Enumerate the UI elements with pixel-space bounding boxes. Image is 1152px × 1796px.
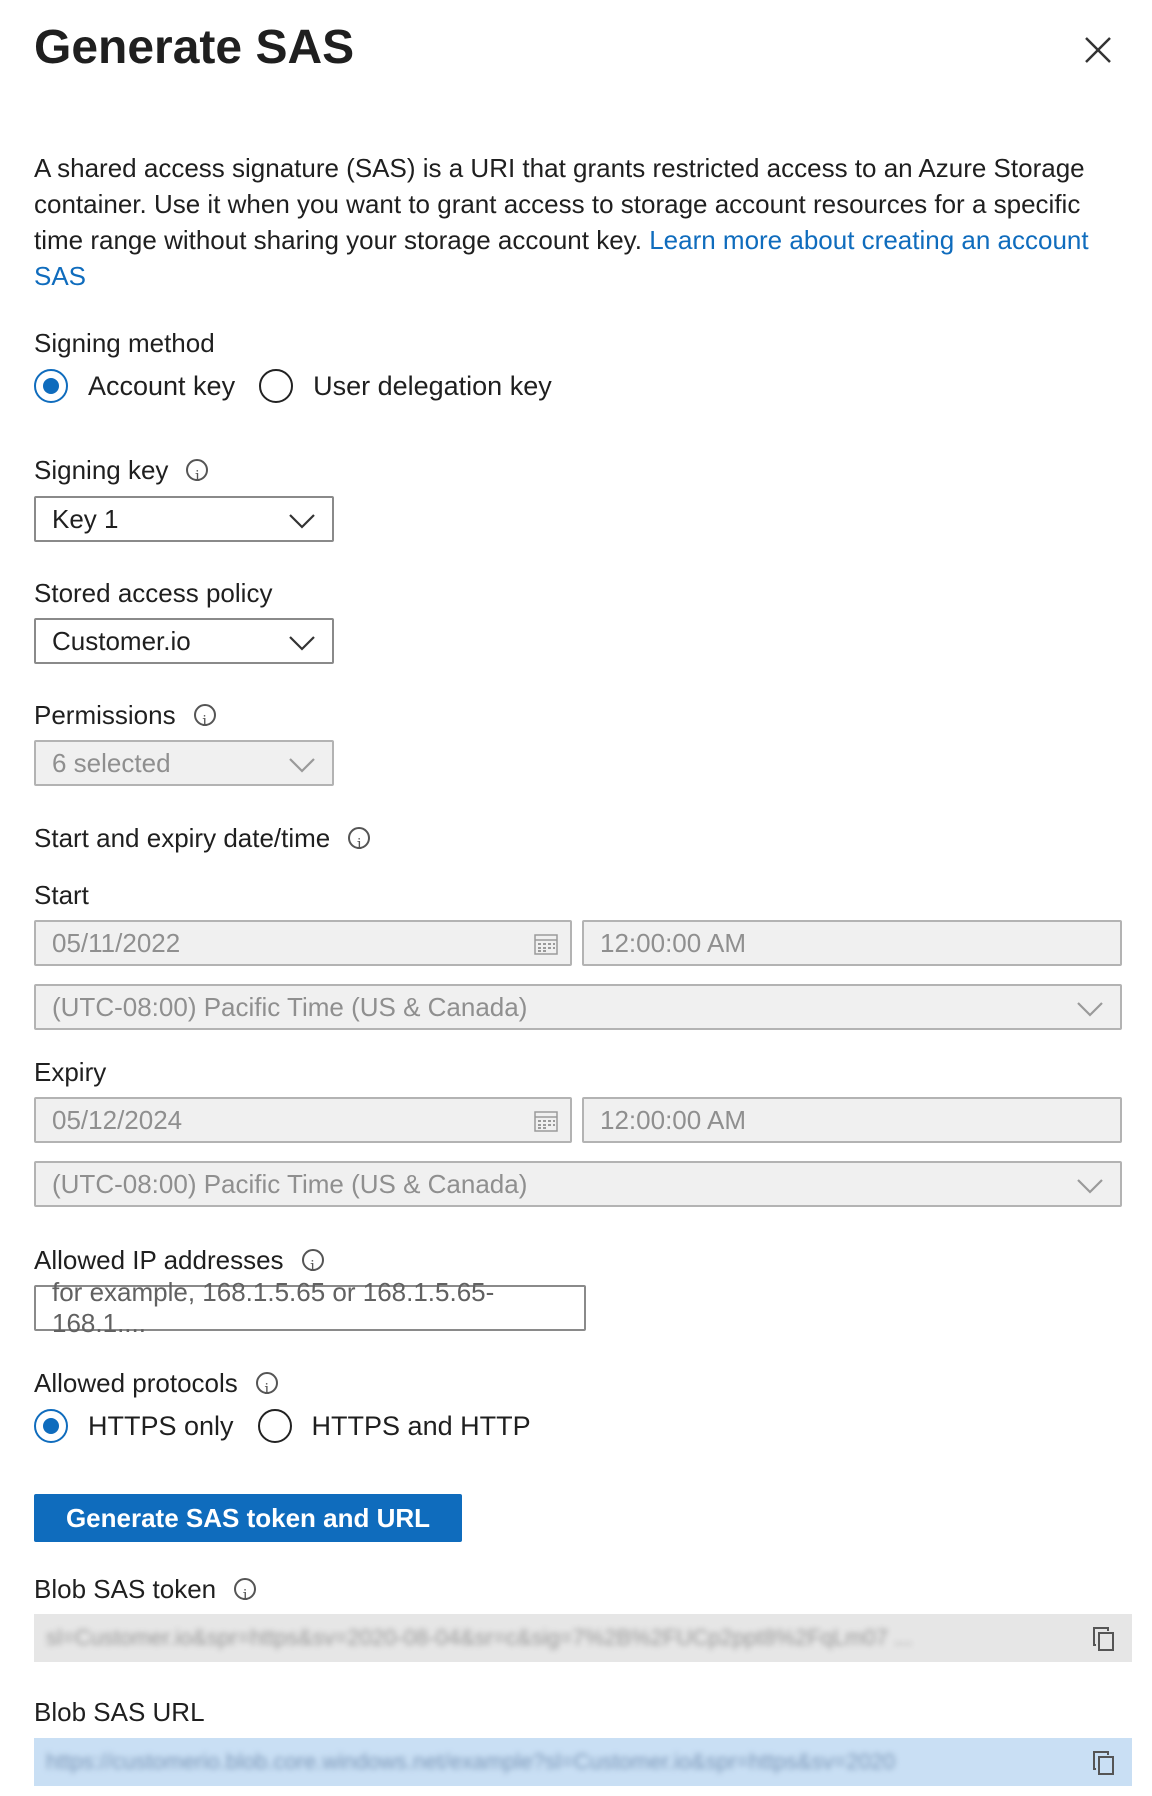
start-date-picker: 05/11/2022 [34,920,572,966]
chevron-down-icon [1077,1179,1103,1194]
allowed-ip-label: Allowed IP addresses [34,1243,324,1283]
expiry-time-value: 12:00:00 AM [600,1104,746,1135]
start-timezone-dropdown: (UTC-08:00) Pacific Time (US & Canada) [34,984,1122,1030]
blob-sas-token-field[interactable]: sl=Customer.io&spr=https&sv=2020-08-04&s… [34,1614,1132,1662]
stored-access-policy-dropdown[interactable]: Customer.io [34,618,334,664]
allowed-protocols-radio-group: HTTPS only HTTPS and HTTP [34,1409,531,1443]
stored-access-policy-label-text: Stored access policy [34,578,273,608]
blob-sas-url-label-text: Blob SAS URL [34,1697,205,1727]
chevron-down-icon [289,758,315,773]
radio-user-delegation-key-label[interactable]: User delegation key [313,371,552,402]
copy-icon[interactable] [1092,1626,1116,1652]
permissions-label: Permissions [34,698,216,738]
radio-https-only-label[interactable]: HTTPS only [88,1411,234,1442]
signing-method-label-text: Signing method [34,328,215,358]
start-time-field: 12:00:00 AM [582,920,1122,966]
calendar-icon [534,934,558,955]
chevron-down-icon [289,636,315,651]
blob-sas-token-value: sl=Customer.io&spr=https&sv=2020-08-04&s… [46,1625,913,1650]
info-icon[interactable] [301,1249,324,1283]
chevron-down-icon [289,514,315,529]
info-icon[interactable] [234,1578,257,1612]
signing-key-label: Signing key [34,453,209,493]
start-time-value: 12:00:00 AM [600,927,746,958]
radio-https-only[interactable] [34,1409,68,1443]
expiry-date-picker: 05/12/2024 [34,1097,572,1143]
start-label-text: Start [34,880,89,910]
signing-key-label-text: Signing key [34,455,169,485]
start-label: Start [34,878,89,912]
signing-key-value: Key 1 [52,503,119,534]
info-icon[interactable] [255,1372,278,1406]
expiry-date-value: 05/12/2024 [52,1104,183,1135]
start-date-value: 05/11/2022 [52,927,181,958]
allowed-ip-label-text: Allowed IP addresses [34,1245,284,1275]
expiry-timezone-dropdown: (UTC-08:00) Pacific Time (US & Canada) [34,1161,1122,1207]
info-icon[interactable] [193,704,216,738]
radio-user-delegation-key[interactable] [259,369,294,403]
signing-method-radio-group: Account key User delegation key [34,369,552,403]
generate-sas-button[interactable]: Generate SAS token and URL [34,1494,462,1542]
permissions-dropdown: 6 selected [34,740,334,786]
info-icon[interactable] [348,827,371,861]
allowed-ip-input[interactable]: for example, 168.1.5.65 or 168.1.5.65-16… [34,1277,586,1338]
info-icon[interactable] [186,459,209,493]
start-timezone-value: (UTC-08:00) Pacific Time (US & Canada) [52,991,528,1022]
start-expiry-label-text: Start and expiry date/time [34,823,331,853]
expiry-timezone-value: (UTC-08:00) Pacific Time (US & Canada) [52,1168,528,1199]
start-expiry-label: Start and expiry date/time [34,821,371,861]
radio-account-key-label[interactable]: Account key [88,371,235,402]
signing-key-dropdown[interactable]: Key 1 [34,496,334,542]
chevron-down-icon [1077,1002,1103,1017]
permissions-value: 6 selected [52,747,171,778]
stored-access-policy-value: Customer.io [52,625,191,656]
page-title: Generate SAS [34,21,355,74]
radio-https-and-http[interactable] [257,1409,292,1443]
radio-account-key[interactable] [34,369,68,403]
copy-icon[interactable] [1092,1750,1116,1776]
close-icon[interactable] [1080,32,1116,68]
expiry-label-text: Expiry [34,1057,107,1087]
expiry-time-field: 12:00:00 AM [582,1097,1122,1143]
blob-sas-url-field[interactable]: https://customerio.blob.core.windows.net… [34,1738,1132,1786]
signing-method-label: Signing method [34,326,215,360]
blob-sas-url-value: https://customerio.blob.core.windows.net… [46,1749,896,1774]
blob-sas-token-label: Blob SAS token [34,1572,257,1612]
expiry-label: Expiry [34,1055,106,1089]
allowed-protocols-label-text: Allowed protocols [34,1368,238,1398]
description: A shared access signature (SAS) is a URI… [34,150,1124,294]
calendar-icon [534,1111,558,1132]
blob-sas-url-label: Blob SAS URL [34,1695,205,1729]
permissions-label-text: Permissions [34,700,176,730]
blob-sas-token-label-text: Blob SAS token [34,1574,217,1604]
allowed-protocols-label: Allowed protocols [34,1366,278,1406]
radio-https-and-http-label[interactable]: HTTPS and HTTP [312,1411,531,1442]
allowed-ip-placeholder: for example, 168.1.5.65 or 168.1.5.65-16… [52,1277,495,1338]
stored-access-policy-label: Stored access policy [34,576,272,610]
